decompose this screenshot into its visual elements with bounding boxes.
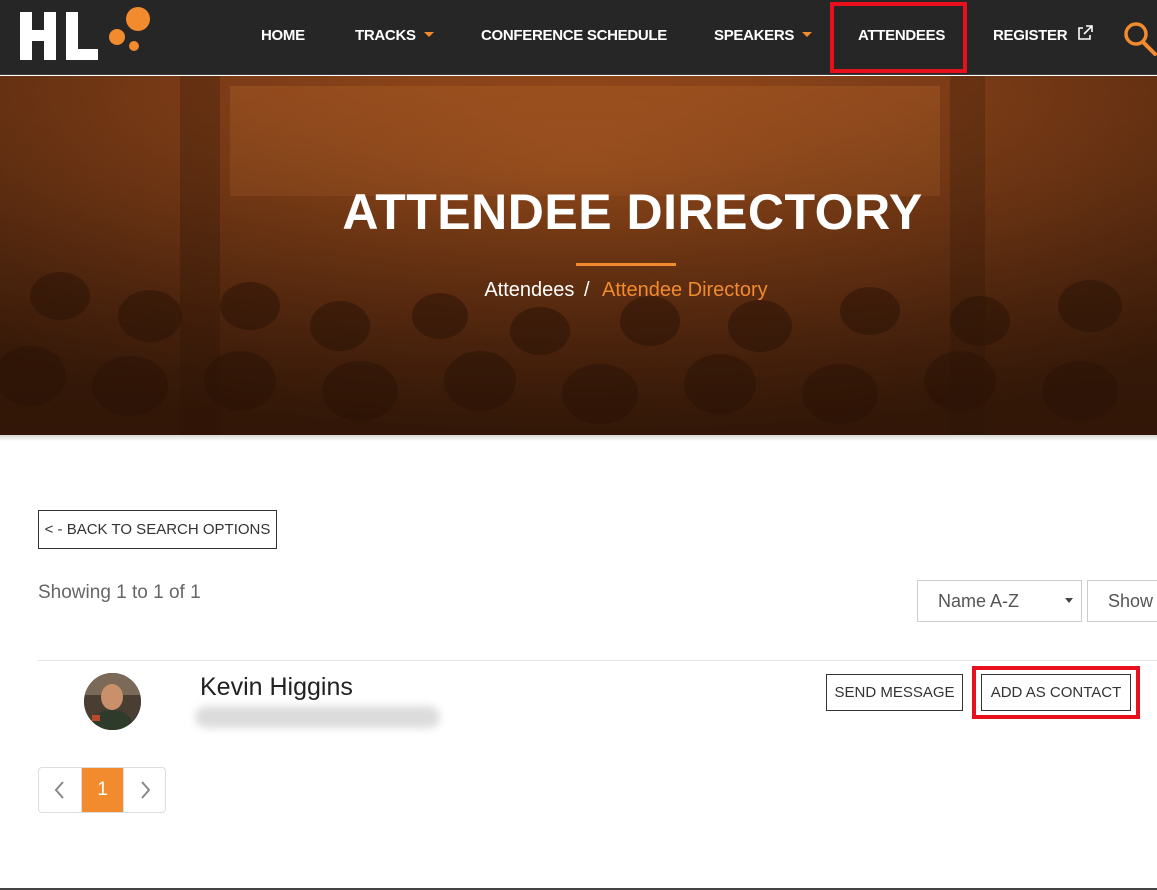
dropdown-arrow-icon (1065, 598, 1073, 603)
hero-background-image (0, 76, 1157, 435)
breadcrumb-parent[interactable]: Attendees (484, 279, 574, 301)
divider (38, 660, 1157, 661)
page-title: ATTENDEE DIRECTORY (342, 184, 923, 240)
show-per-page-select[interactable]: Show ... (1087, 580, 1157, 622)
nav-conference-schedule[interactable]: CONFERENCE SCHEDULE (481, 0, 667, 75)
site-logo[interactable] (18, 6, 158, 66)
page-1-button[interactable]: 1 (81, 768, 123, 812)
previous-page-button[interactable] (39, 768, 81, 812)
hero-banner (0, 76, 1157, 435)
top-navigation: HOME TRACKS CONFERENCE SCHEDULE SPEAKERS… (0, 0, 1157, 75)
sort-select-value: Name A-Z (938, 591, 1020, 611)
nav-register[interactable]: REGISTER (993, 0, 1093, 75)
breadcrumb-current: Attendee Directory (602, 279, 768, 301)
highlight-box-add-contact (972, 666, 1140, 719)
search-icon[interactable] (1122, 20, 1157, 56)
chevron-left-icon (54, 781, 64, 799)
caret-down-icon (423, 31, 434, 37)
sort-select[interactable]: Name A-Z (917, 580, 1082, 622)
nav-speakers[interactable]: SPEAKERS (714, 0, 813, 75)
nav-home[interactable]: HOME (261, 0, 305, 75)
title-underline (576, 263, 676, 266)
attendee-name[interactable]: Kevin Higgins (200, 673, 353, 702)
avatar[interactable] (84, 673, 141, 730)
results-count: Showing 1 to 1 of 1 (38, 582, 201, 603)
nav-tracks[interactable]: TRACKS (355, 0, 434, 75)
attendee-email-redacted (195, 706, 440, 728)
back-to-search-button[interactable]: < - BACK TO SEARCH OPTIONS (38, 510, 277, 549)
send-message-button[interactable]: SEND MESSAGE (826, 674, 963, 711)
avatar-photo (84, 673, 141, 730)
caret-down-icon (802, 31, 813, 37)
hero-shadow (0, 435, 1157, 441)
chevron-right-icon (140, 781, 150, 799)
highlight-box-attendees (830, 2, 967, 73)
pagination: 1 (38, 767, 166, 813)
breadcrumb: Attendees / Attendee Directory (0, 279, 1157, 302)
next-page-button[interactable] (123, 768, 165, 812)
breadcrumb-separator: / (583, 279, 590, 301)
external-link-icon (1078, 25, 1093, 40)
show-select-value: Show ... (1108, 591, 1157, 611)
